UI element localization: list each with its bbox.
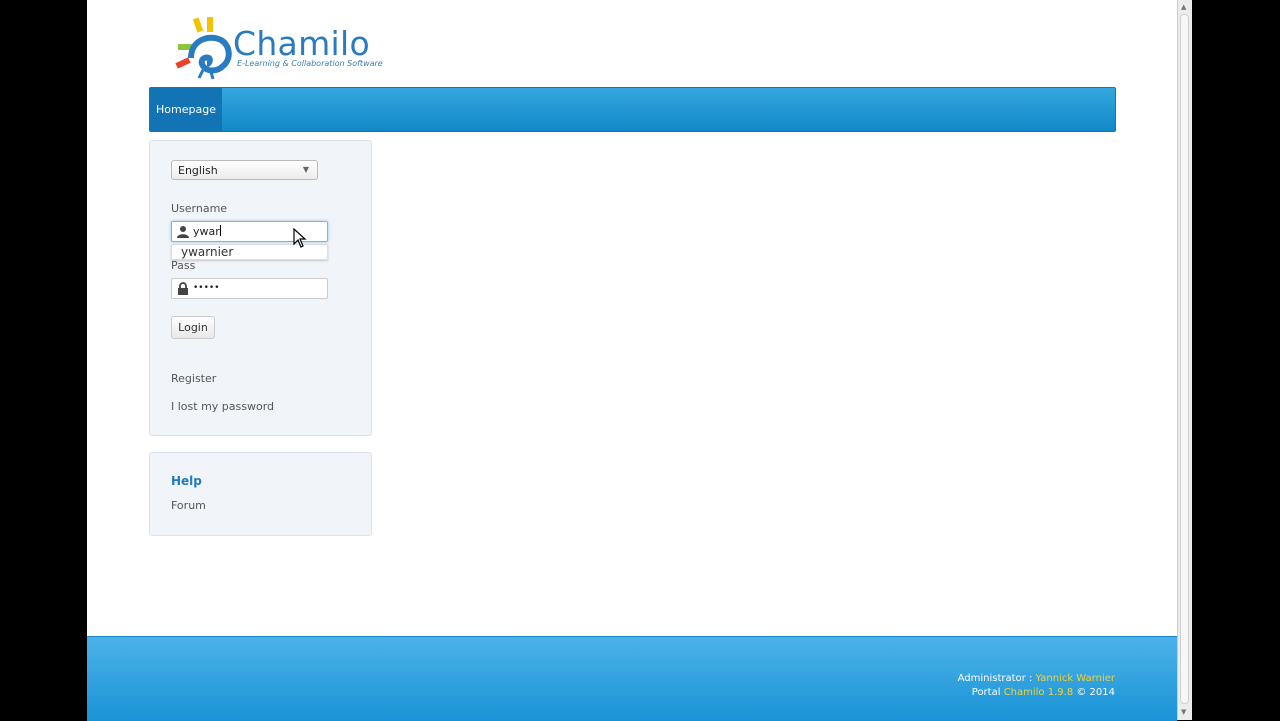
username-value: ywar — [193, 225, 220, 238]
footer-admin-label: Administrator : — [957, 673, 1036, 684]
page-footer: Administrator : Yannick Warnier Portal C… — [87, 636, 1177, 721]
password-label: Pass — [171, 259, 196, 272]
scroll-up-icon[interactable]: ▲ — [1181, 3, 1186, 11]
help-panel: Help Forum — [149, 452, 372, 536]
browser-viewport: Chamilo E-Learning & Collaboration Softw… — [87, 0, 1177, 721]
register-link[interactable]: Register — [171, 372, 216, 385]
logo-subtitle: E-Learning & Collaboration Software — [237, 59, 383, 68]
login-button[interactable]: Login — [171, 316, 215, 339]
footer-copyright: © 2014 — [1073, 687, 1115, 698]
footer-portal-name[interactable]: Chamilo 1.9.8 — [1004, 687, 1074, 698]
footer-admin-name[interactable]: Yannick Warnier — [1036, 673, 1115, 684]
logo-title: Chamilo — [233, 24, 370, 63]
footer-admin: Administrator : Yannick Warnier — [958, 673, 1115, 684]
main-navbar: Homepage — [149, 87, 1116, 132]
chevron-down-icon: ▼ — [302, 165, 309, 174]
password-input[interactable]: ••••• — [171, 278, 328, 299]
username-label: Username — [171, 202, 228, 215]
language-select[interactable]: English ▼ — [171, 160, 318, 180]
mouse-pointer-icon — [293, 228, 307, 248]
scroll-down-icon[interactable]: ▼ — [1181, 708, 1186, 716]
nav-item-homepage[interactable]: Homepage — [150, 88, 222, 131]
footer-portal: Portal Chamilo 1.9.8 © 2014 — [972, 687, 1115, 698]
login-panel: English ▼ Username ywar Pass ••••• ywarn… — [149, 140, 372, 436]
vertical-scrollbar[interactable]: ▲ ▼ — [1177, 0, 1192, 720]
help-title: Help — [171, 474, 202, 488]
lost-password-link[interactable]: I lost my password — [171, 400, 274, 413]
lock-icon — [178, 282, 188, 295]
footer-portal-label: Portal — [971, 687, 1004, 698]
scrollbar-thumb[interactable] — [1180, 14, 1189, 704]
password-value: ••••• — [193, 283, 220, 293]
forum-link[interactable]: Forum — [171, 499, 206, 512]
chamilo-chameleon-icon — [175, 17, 232, 80]
language-select-value: English — [178, 163, 218, 177]
user-icon — [177, 226, 189, 238]
